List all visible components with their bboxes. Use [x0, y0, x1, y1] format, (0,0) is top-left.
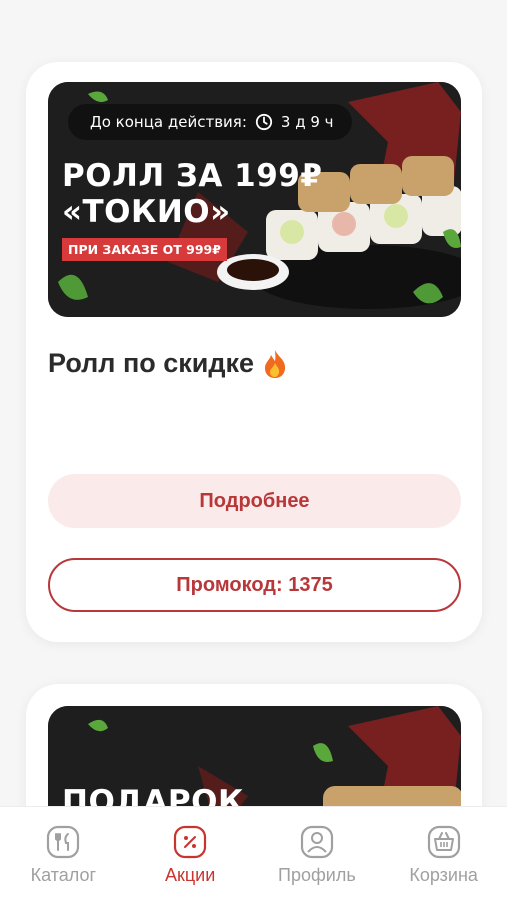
promo-code-button[interactable]: Промокод: 1375	[48, 558, 461, 612]
tab-catalog-label: Каталог	[30, 865, 97, 885]
tab-catalog[interactable]: Каталог	[8, 825, 118, 886]
details-button[interactable]: Подробнее	[48, 474, 461, 528]
profile-icon	[300, 825, 333, 859]
banner-title: РОЛЛ ЗА 199₽ «ТОКИО»	[62, 158, 323, 230]
promo-banner[interactable]: ПОДАРОК	[48, 706, 461, 806]
promo-banner[interactable]: До конца действия: 3 д 9 ч РОЛЛ ЗА 199₽ …	[48, 82, 461, 317]
tab-cart[interactable]: Корзина	[389, 825, 499, 886]
promo-list[interactable]: До конца действия: 3 д 9 ч РОЛЛ ЗА 199₽ …	[0, 0, 507, 806]
clock-icon	[255, 113, 272, 131]
countdown-timer: До конца действия: 3 д 9 ч	[68, 104, 352, 140]
promo-title-text: Ролл по скидке	[48, 348, 255, 378]
bottom-tab-bar: Каталог Акции Профиль Корзина	[0, 806, 507, 900]
promo-card: ПОДАРОК	[26, 684, 482, 806]
cart-icon	[427, 825, 460, 859]
timer-label: До конца действия:	[90, 113, 247, 131]
tab-promos-label: Акции	[164, 865, 216, 885]
catalog-icon	[47, 825, 80, 859]
banner-tag: ПРИ ЗАКАЗЕ ОТ 999₽	[62, 238, 227, 261]
fire-icon	[265, 349, 286, 378]
tab-cart-label: Корзина	[409, 865, 478, 885]
tab-profile-label: Профиль	[278, 865, 356, 885]
tab-profile[interactable]: Профиль	[262, 825, 372, 886]
promo-icon	[174, 825, 207, 859]
banner-title: ПОДАРОК	[62, 784, 244, 806]
promo-card: До конца действия: 3 д 9 ч РОЛЛ ЗА 199₽ …	[26, 62, 482, 642]
timer-value: 3 д 9 ч	[280, 113, 334, 131]
tab-promos[interactable]: Акции	[135, 825, 245, 886]
promo-title: Ролл по скидке	[48, 348, 288, 379]
